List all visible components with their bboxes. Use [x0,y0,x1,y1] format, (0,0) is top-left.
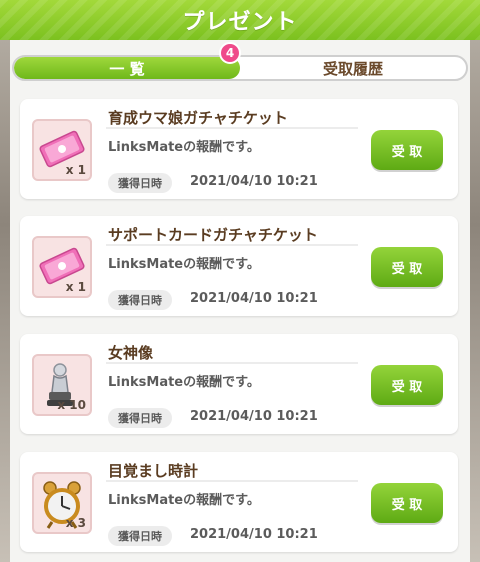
receive-button[interactable]: 受 取 [371,247,443,287]
item-name: 育成ウマ娘ガチャチケット [108,109,288,127]
item-name: サポートカードガチャチケット [108,226,318,244]
item-name: 女神像 [108,344,154,362]
tab-bar: 一 覧 受取履歴 [12,55,468,81]
item-name: 目覚まし時計 [108,462,199,480]
item-description: LinksMateの報酬です。 [108,493,260,508]
item-description: LinksMateの報酬です。 [108,140,260,155]
item-quantity: x 1 [65,280,86,294]
item-quantity: x 3 [65,516,86,530]
acquired-date: 2021/04/10 10:21 [190,174,318,189]
present-item-card: x 3 目覚まし時計 LinksMateの報酬です。 獲得日時 2021/04/… [20,452,458,552]
present-item-card: x 1 サポートカードガチャチケット LinksMateの報酬です。 獲得日時 … [20,216,458,316]
acquired-date-label: 獲得日時 [108,408,172,428]
acquired-date: 2021/04/10 10:21 [190,409,318,424]
tab-receive-history[interactable]: 受取履歴 [240,57,466,79]
divider [106,244,358,246]
present-item-card: x 1 育成ウマ娘ガチャチケット LinksMateの報酬です。 獲得日時 20… [20,99,458,199]
acquired-date-label: 獲得日時 [108,526,172,546]
receive-button[interactable]: 受 取 [371,483,443,523]
item-icon-frame: x 10 [32,354,92,416]
background-right-edge [470,0,480,562]
item-description: LinksMateの報酬です。 [108,257,260,272]
background-left-edge [0,0,10,562]
divider [106,480,358,482]
acquired-date-label: 獲得日時 [108,173,172,193]
receive-button[interactable]: 受 取 [371,365,443,405]
divider [106,362,358,364]
item-icon-frame: x 1 [32,236,92,298]
item-quantity: x 10 [57,398,86,412]
present-item-card: x 10 女神像 LinksMateの報酬です。 獲得日時 2021/04/10… [20,334,458,434]
tab-list[interactable]: 一 覧 [14,57,240,79]
page-title: プレゼント [182,10,298,35]
item-icon-frame: x 3 [32,472,92,534]
acquired-date: 2021/04/10 10:21 [190,291,318,306]
unread-count-badge: 4 [219,42,241,64]
acquired-date-label: 獲得日時 [108,290,172,310]
item-quantity: x 1 [65,163,86,177]
header-bar: プレゼント [0,0,480,40]
item-icon-frame: x 1 [32,119,92,181]
divider [106,127,358,129]
acquired-date: 2021/04/10 10:21 [190,527,318,542]
receive-button[interactable]: 受 取 [371,130,443,170]
item-description: LinksMateの報酬です。 [108,375,260,390]
